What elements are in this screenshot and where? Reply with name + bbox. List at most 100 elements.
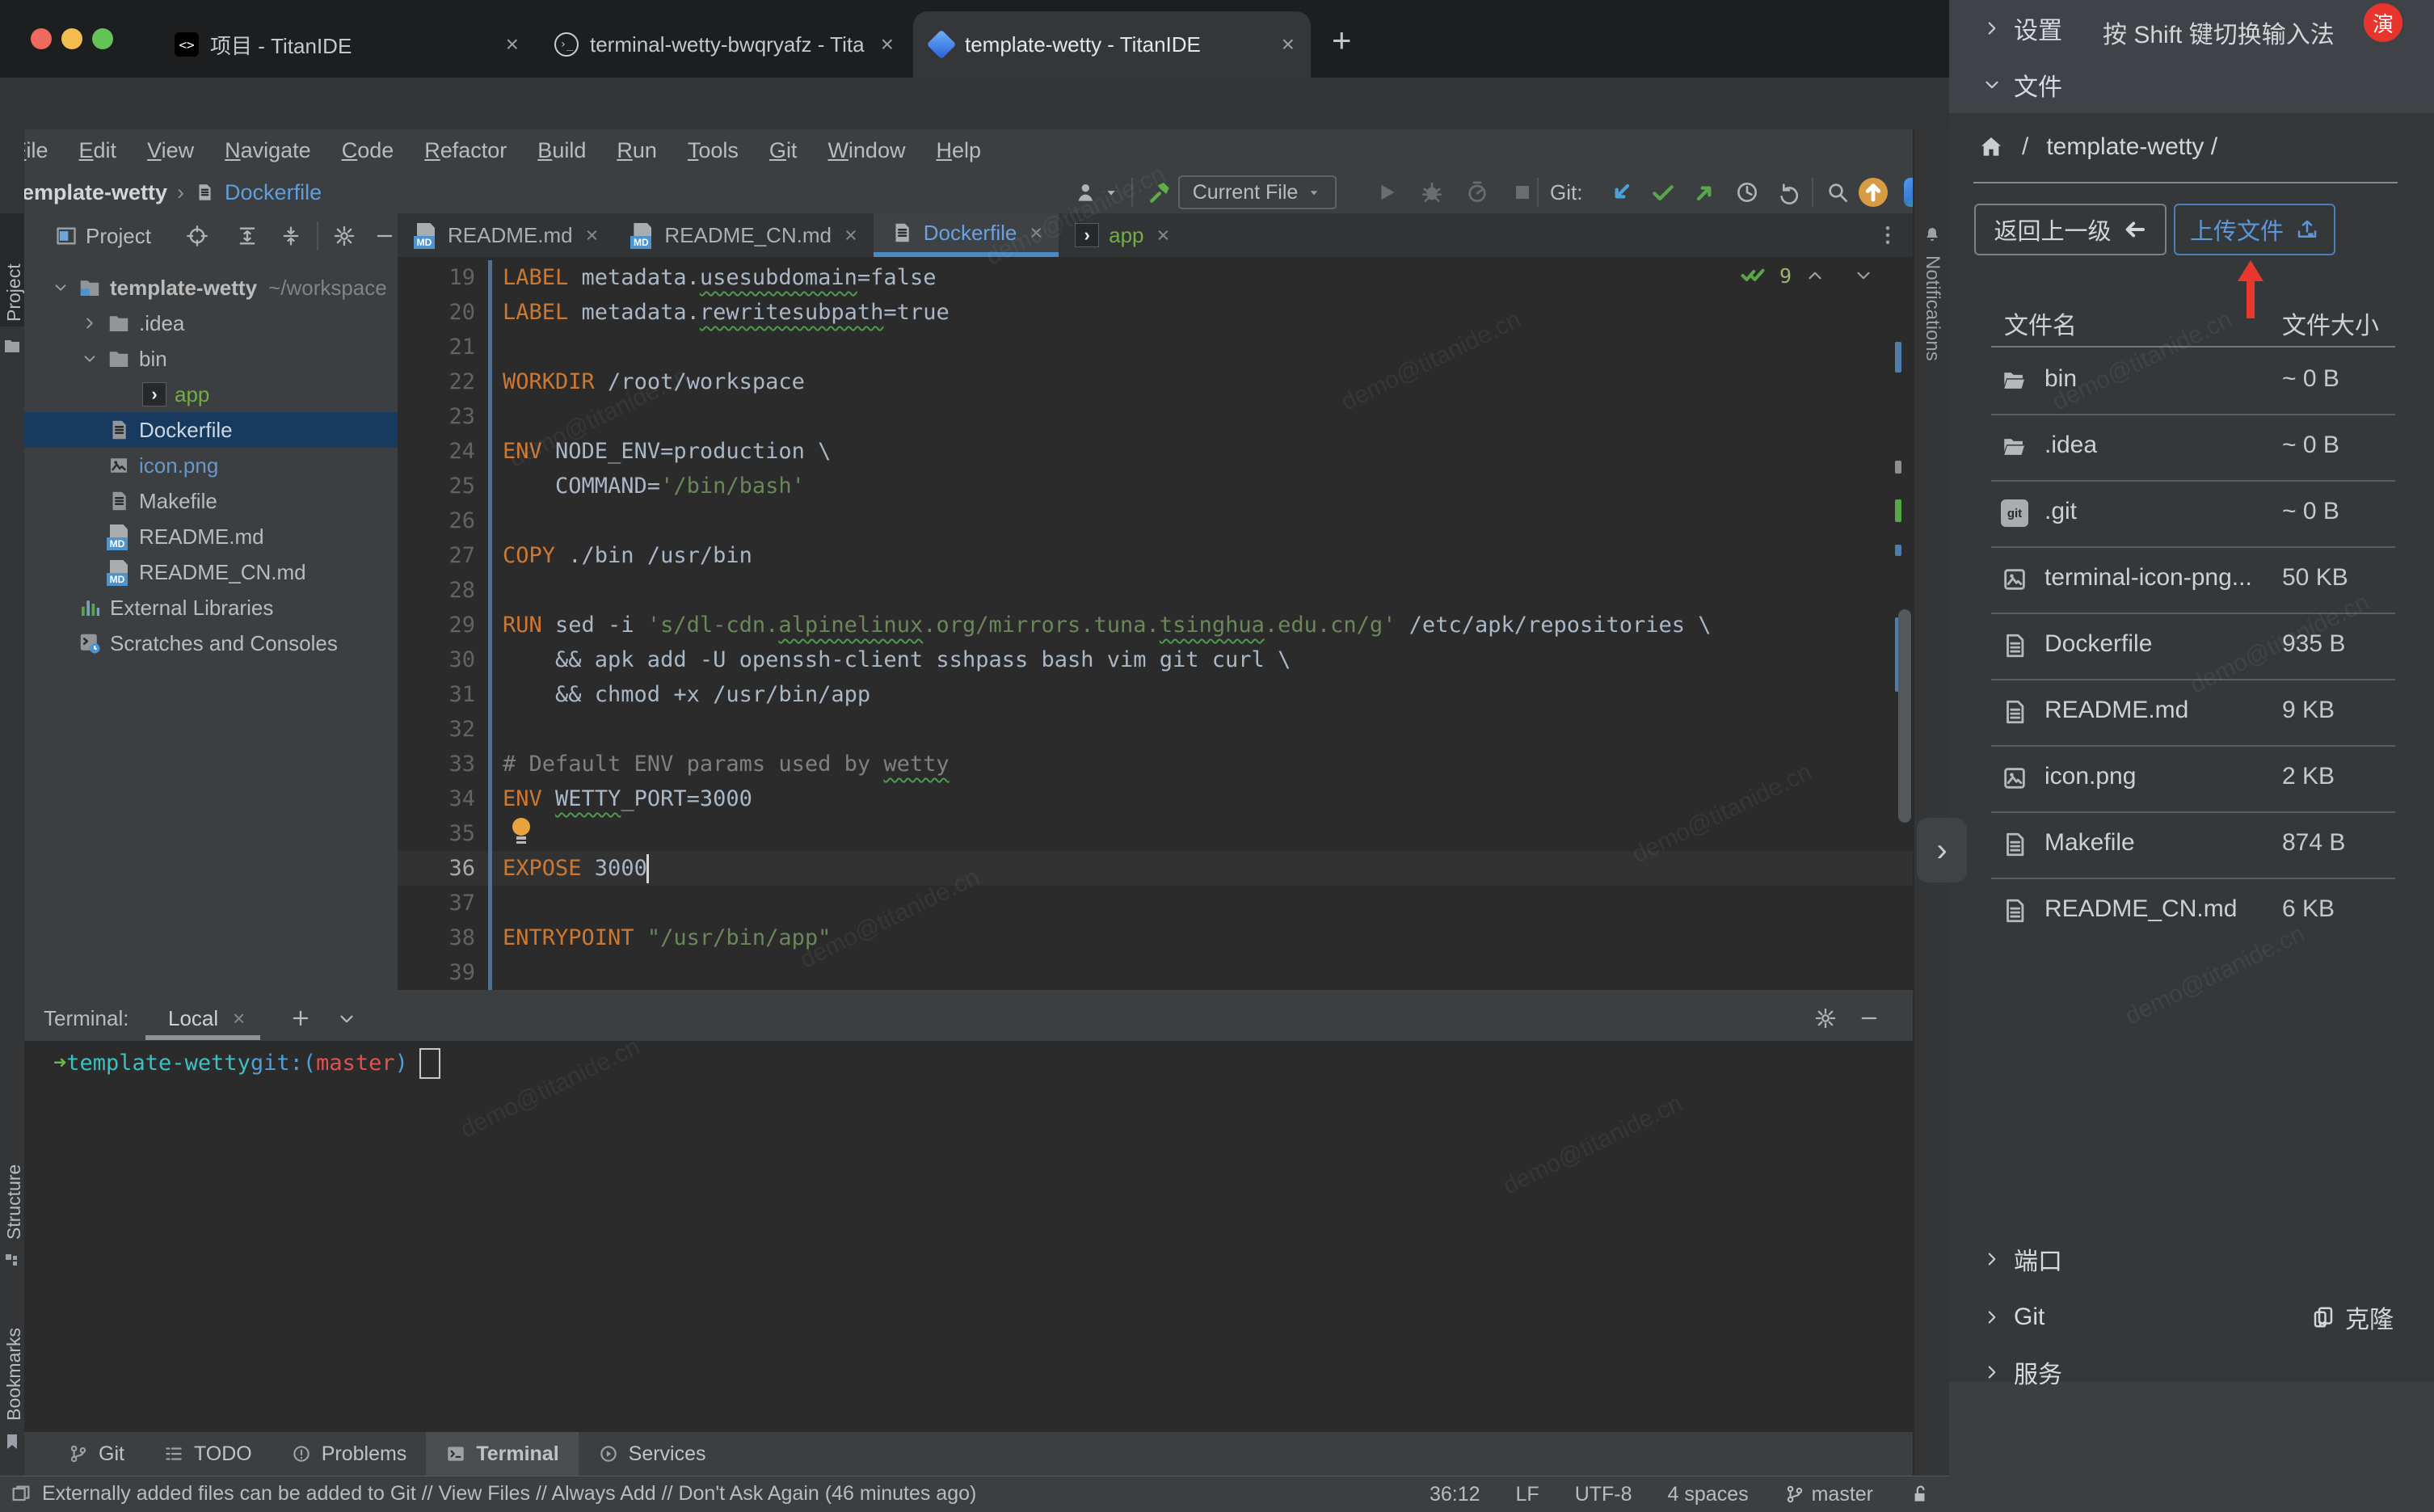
user-icon[interactable] [1075, 179, 1101, 205]
panel-expand-handle[interactable]: › [1917, 818, 1967, 882]
stripe-project-tab[interactable]: Project [3, 263, 25, 322]
terminal-prompt[interactable]: ➜ template-wetty git:(master) [53, 1046, 440, 1080]
tree-item-scratches-and-consoles[interactable]: Scratches and Consoles [24, 625, 398, 661]
tree-item--idea[interactable]: .idea [24, 305, 398, 341]
menu-refactor[interactable]: Refactor [424, 138, 507, 163]
menu-window[interactable]: Window [827, 138, 905, 163]
indent-setting[interactable]: 4 spaces [1668, 1483, 1749, 1506]
breadcrumb-file[interactable]: Dockerfile [225, 180, 322, 205]
tree-item-readme-cn-md[interactable]: MD README_CN.md [24, 554, 398, 590]
profiler-icon[interactable] [1464, 179, 1490, 205]
file-row-icon-png[interactable]: icon.png 2 KB [1949, 745, 2434, 811]
menu-tools[interactable]: Tools [688, 138, 739, 163]
stop-icon[interactable] [1510, 179, 1535, 205]
run-config-select[interactable]: Current File [1178, 175, 1337, 209]
git-push-icon[interactable] [1692, 179, 1718, 205]
section-git[interactable]: Git 克隆 [1949, 1295, 2434, 1340]
menu-git[interactable]: Git [769, 138, 798, 163]
tool-window-button-services[interactable]: Services [579, 1432, 726, 1476]
intention-bulb-icon[interactable] [511, 818, 532, 845]
tree-item-external-libraries[interactable]: External Libraries [24, 590, 398, 625]
git-branch-widget[interactable]: master [1784, 1483, 1873, 1506]
tab-close-icon[interactable]: × [844, 223, 857, 248]
tab-close-icon[interactable]: × [1157, 223, 1170, 248]
file-row-bin[interactable]: bin ~ 0 B [1949, 347, 2434, 414]
editor-scrollbar[interactable] [1898, 609, 1911, 823]
menu-view[interactable]: View [147, 138, 194, 163]
back-parent-button[interactable]: 返回上一级 [1974, 204, 2167, 255]
traffic-zoom-button[interactable] [92, 28, 113, 49]
terminal-tab-close-icon[interactable]: × [233, 1006, 245, 1031]
file-row-dockerfile[interactable]: Dockerfile 935 B [1949, 613, 2434, 679]
menu-code[interactable]: Code [342, 138, 394, 163]
menu-edit[interactable]: Edit [79, 138, 117, 163]
tree-item-icon-png[interactable]: icon.png [24, 448, 398, 483]
menu-help[interactable]: Help [936, 138, 981, 163]
stripe-notifications-tab[interactable]: Notifications [1921, 255, 1943, 361]
browser-tab-2[interactable]: ›_ terminal-wetty-bwqryafz - Tita × [538, 11, 910, 78]
terminal-tab-local[interactable]: Local [168, 1006, 218, 1031]
terminal-dropdown-chevron-icon[interactable] [336, 1009, 357, 1030]
tree-item-readme-md[interactable]: MD README.md [24, 519, 398, 554]
stripe-structure-tab[interactable]: Structure [3, 1165, 25, 1240]
stripe-bookmarks-tab[interactable]: Bookmarks [3, 1328, 25, 1421]
menu-navigate[interactable]: Navigate [225, 138, 311, 163]
tab-close-icon[interactable]: × [506, 32, 519, 57]
rollback-icon[interactable] [1776, 179, 1802, 205]
terminal-gear-icon[interactable] [1814, 1007, 1837, 1030]
new-terminal-plus-icon[interactable] [289, 1007, 312, 1030]
expand-all-icon[interactable] [236, 225, 259, 247]
file-row--git[interactable]: git .git ~ 0 B [1949, 480, 2434, 546]
status-message[interactable]: Externally added files can be added to G… [42, 1482, 976, 1506]
terminal-minimize-icon[interactable] [1858, 1007, 1880, 1030]
locate-target-icon[interactable] [186, 225, 208, 247]
collapse-all-icon[interactable] [280, 225, 302, 247]
browser-tab-1[interactable]: <> 项目 - TitanIDE × [158, 11, 535, 78]
file-row-readme-cn-md[interactable]: README_CN.md 6 KB [1949, 878, 2434, 944]
build-hammer-icon[interactable] [1148, 179, 1173, 205]
next-problem-chevron-icon[interactable] [1853, 265, 1874, 286]
terminal-panel[interactable]: Terminal: Local × ➜ template-wetty git:(… [24, 996, 1913, 1432]
debug-bug-icon[interactable] [1419, 179, 1445, 205]
section-row-2[interactable]: 服务 [1949, 1350, 2434, 1395]
clone-action[interactable]: 克隆 [2311, 1299, 2394, 1335]
tool-window-button-todo[interactable]: TODO [144, 1432, 272, 1476]
tab-close-icon[interactable]: × [881, 32, 894, 57]
tree-item-dockerfile[interactable]: Dockerfile [24, 412, 398, 448]
tab-close-icon[interactable]: × [1282, 32, 1295, 57]
tab-close-icon[interactable]: × [586, 223, 599, 248]
tab-overflow-dots-icon[interactable] [1876, 223, 1900, 247]
tool-windows-icon[interactable] [10, 1483, 32, 1506]
file-row-terminal-icon-png-[interactable]: terminal-icon-png... 50 KB [1949, 546, 2434, 613]
tree-item-app[interactable]: › app [24, 377, 398, 412]
home-icon[interactable] [1978, 134, 2004, 160]
terminal-splitter[interactable] [24, 990, 1913, 996]
breadcrumb[interactable]: template-wetty › Dockerfile [15, 171, 322, 213]
file-row-readme-md[interactable]: README.md 9 KB [1949, 679, 2434, 745]
history-clock-icon[interactable] [1734, 179, 1760, 205]
tree-item-template-wetty[interactable]: template-wetty ~/workspace [24, 270, 398, 305]
file-row--idea[interactable]: .idea ~ 0 B [1949, 414, 2434, 480]
menu-build[interactable]: Build [537, 138, 586, 163]
traffic-close-button[interactable] [31, 28, 52, 49]
editor-tab-dockerfile[interactable]: Dockerfile × [873, 213, 1059, 257]
file-row-makefile[interactable]: Makefile 874 B [1949, 811, 2434, 878]
breadcrumb-project[interactable]: template-wetty [15, 180, 167, 205]
editor-tab-app[interactable]: › app × [1059, 213, 1185, 257]
run-play-icon[interactable] [1374, 179, 1400, 205]
encoding[interactable]: UTF-8 [1575, 1483, 1632, 1506]
inspections-widget[interactable]: 9 [1739, 263, 1874, 288]
files-section-row[interactable]: 文件 [1949, 57, 2434, 113]
section-row-0[interactable]: 端口 [1949, 1236, 2434, 1282]
tool-window-button-git[interactable]: Git [48, 1432, 144, 1476]
hide-panel-minus-icon[interactable] [373, 225, 396, 247]
tree-item-makefile[interactable]: Makefile [24, 483, 398, 519]
editor-tab-readme-md[interactable]: MD README.md × [398, 213, 614, 257]
git-update-icon[interactable] [1608, 179, 1634, 205]
tool-window-button-problems[interactable]: Problems [272, 1432, 427, 1476]
settings-section-row[interactable]: 设置 按 Shift 键切换输入法 演 [1949, 0, 2434, 57]
gear-icon[interactable] [333, 225, 356, 247]
demo-badge[interactable]: 演 [2364, 3, 2402, 42]
upload-file-button[interactable]: 上传文件 [2174, 204, 2335, 255]
tool-window-button-terminal[interactable]: Terminal [426, 1432, 579, 1476]
